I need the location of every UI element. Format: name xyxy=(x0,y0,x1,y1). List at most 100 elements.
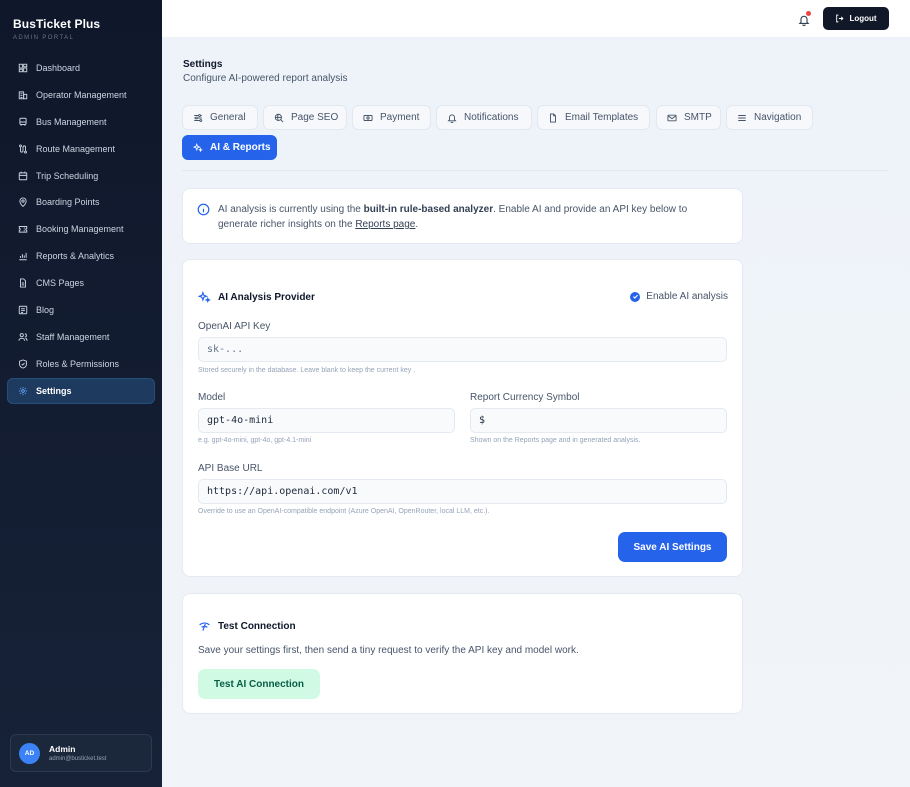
currency-input[interactable]: $ xyxy=(470,408,727,433)
sidebar-item-label: Trip Scheduling xyxy=(36,170,99,181)
sidebar-item-label: Staff Management xyxy=(36,331,110,342)
users-icon xyxy=(18,333,28,341)
page-title: Settings xyxy=(183,59,223,70)
sidebar-item-roles-permissions[interactable]: Roles & Permissions xyxy=(7,351,155,377)
sidebar-item-label: Settings xyxy=(36,385,72,396)
test-connection-description: Save your settings first, then send a ti… xyxy=(198,645,579,656)
tab-notifications[interactable]: Notifications xyxy=(436,105,532,130)
test-ai-connection-button[interactable]: Test AI Connection xyxy=(198,669,320,699)
api-key-input[interactable]: sk-... xyxy=(198,337,727,362)
user-name: Admin xyxy=(49,744,76,754)
model-input[interactable]: gpt-4o-mini xyxy=(198,408,455,433)
page-subtitle: Configure AI-powered report analysis xyxy=(183,73,348,84)
enable-ai-checkbox[interactable]: Enable AI analysis xyxy=(630,291,728,302)
tab-label: SMTP xyxy=(684,112,712,123)
sidebar-item-route-management[interactable]: Route Management xyxy=(7,136,155,162)
info-text: AI analysis is currently using the built… xyxy=(218,202,728,232)
logout-label: Logout xyxy=(849,14,877,23)
currency-label: Report Currency Symbol xyxy=(470,392,580,403)
model-hint: e.g. gpt-4o-mini, gpt-4o, gpt-4.1-mini xyxy=(198,437,312,444)
info-text-before: AI analysis is currently using the xyxy=(218,204,364,215)
reports-page-link[interactable]: Reports page xyxy=(355,219,415,230)
sliders-icon xyxy=(194,113,203,122)
blog-icon xyxy=(18,305,28,315)
enable-ai-label: Enable AI analysis xyxy=(646,291,728,302)
user-card[interactable]: AD Admin admin@busticket.test xyxy=(10,734,152,772)
currency-hint: Shown on the Reports page and in generat… xyxy=(470,437,641,444)
tab-label: General xyxy=(210,112,246,123)
save-ai-settings-button[interactable]: Save AI Settings xyxy=(618,532,727,562)
sidebar-item-trip-scheduling[interactable]: Trip Scheduling xyxy=(7,163,155,189)
tab-page-seo[interactable]: Page SEO xyxy=(263,105,347,130)
map-pin-icon xyxy=(19,198,27,208)
document-icon xyxy=(550,112,556,123)
brand-subtitle: ADMIN PORTAL xyxy=(13,35,75,41)
sidebar-item-label: Route Management xyxy=(36,143,116,154)
tab-smtp[interactable]: SMTP xyxy=(656,105,721,130)
tab-ai-reports[interactable]: AI & Reports xyxy=(182,135,277,160)
menu-icon xyxy=(738,114,746,121)
sidebar-item-boarding-points[interactable]: Boarding Points xyxy=(7,189,155,215)
sidebar-item-label: Blog xyxy=(36,305,55,316)
file-icon xyxy=(20,278,26,288)
api-key-label: OpenAI API Key xyxy=(198,321,271,332)
notification-dot xyxy=(806,11,811,16)
sidebar-item-label: Roles & Permissions xyxy=(36,358,120,369)
ai-provider-title: AI Analysis Provider xyxy=(218,292,315,303)
base-url-input[interactable]: https://api.openai.com/v1 xyxy=(198,479,727,504)
user-email: admin@busticket.test xyxy=(49,756,107,762)
sparkles-icon xyxy=(193,142,203,152)
sidebar-item-reports-analytics[interactable]: Reports & Analytics xyxy=(7,243,155,269)
route-icon xyxy=(19,144,27,154)
bell-icon xyxy=(447,113,457,123)
sidebar-item-label: Bus Management xyxy=(36,116,107,127)
avatar: AD xyxy=(19,742,40,764)
sidebar-item-settings[interactable]: Settings xyxy=(7,377,155,404)
brand-name: BusTicket Plus xyxy=(13,17,101,31)
sidebar-item-operator-management[interactable]: Operator Management xyxy=(7,82,155,108)
sidebar-item-blog[interactable]: Blog xyxy=(7,297,155,323)
notifications-button[interactable] xyxy=(798,11,811,27)
tabs-divider xyxy=(182,170,888,171)
sidebar-item-label: Booking Management xyxy=(36,224,124,235)
sidebar-nav: Dashboard Operator Management Bus Manage… xyxy=(7,55,155,405)
gear-icon xyxy=(18,386,28,395)
sidebar-item-label: Dashboard xyxy=(36,63,81,73)
tab-label: Notifications xyxy=(464,112,519,123)
bus-icon xyxy=(19,117,27,126)
building-icon xyxy=(18,91,28,100)
tab-label: Payment xyxy=(380,112,420,123)
tab-payment[interactable]: Payment xyxy=(352,105,431,130)
tab-navigation[interactable]: Navigation xyxy=(726,105,813,130)
tab-general[interactable]: General xyxy=(182,105,258,130)
tab-label: Page SEO xyxy=(291,112,339,123)
sidebar-item-bus-management[interactable]: Bus Management xyxy=(7,109,155,135)
sidebar-item-dashboard[interactable]: Dashboard xyxy=(7,55,155,81)
test-connection-heading: Test Connection xyxy=(198,620,296,633)
sidebar-item-booking-management[interactable]: Booking Management xyxy=(7,216,155,242)
model-label: Model xyxy=(198,392,226,403)
api-key-hint: Stored securely in the database. Leave b… xyxy=(198,367,416,374)
sidebar-item-cms-pages[interactable]: CMS Pages xyxy=(7,270,155,296)
brand: BusTicket Plus ADMIN PORTAL xyxy=(0,0,162,41)
chart-icon xyxy=(19,253,27,261)
shield-icon xyxy=(19,359,27,369)
ticket-icon xyxy=(18,226,28,233)
info-banner: AI analysis is currently using the built… xyxy=(182,188,743,244)
sparkles-icon xyxy=(198,291,211,304)
search-globe-icon xyxy=(274,113,284,122)
main-content: Settings Configure AI-powered report ana… xyxy=(162,38,910,787)
mail-icon xyxy=(667,114,677,121)
sidebar-item-staff-management[interactable]: Staff Management xyxy=(7,324,155,350)
cash-icon xyxy=(363,114,373,121)
sidebar-item-label: Operator Management xyxy=(36,89,127,100)
tab-label: Email Templates xyxy=(565,112,639,123)
topbar: Logout xyxy=(162,0,910,38)
sidebar: BusTicket Plus ADMIN PORTAL Dashboard Op… xyxy=(0,0,162,787)
logout-button[interactable]: Logout xyxy=(823,7,889,30)
test-connection-card: Test Connection Save your settings first… xyxy=(182,593,743,714)
tab-email-templates[interactable]: Email Templates xyxy=(537,105,650,130)
info-text-bold: built-in rule-based analyzer xyxy=(363,204,494,215)
info-text-end: . xyxy=(415,219,419,230)
dashboard-icon xyxy=(18,63,28,73)
